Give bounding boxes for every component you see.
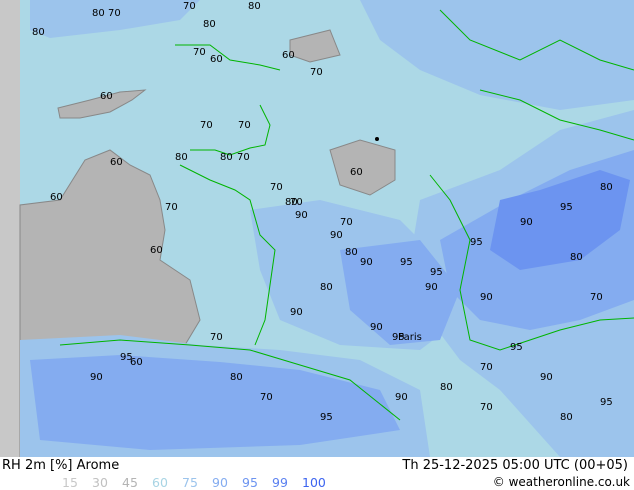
legend-item-90: 90: [212, 475, 228, 490]
valid-time: Th 25-12-2025 05:00 UTC (00+05): [402, 458, 628, 473]
contour-label: 70: [238, 120, 251, 131]
contour-label: 60: [282, 50, 295, 61]
city-marker: [375, 137, 379, 141]
contour-label: 60: [130, 357, 143, 368]
contour-label: 90: [395, 392, 408, 403]
contour-label: 70: [270, 182, 283, 193]
contour-label: 80: [220, 152, 233, 163]
contour-label: 80: [320, 282, 333, 293]
legend-item-60: 60: [152, 475, 168, 490]
contour-label: 90: [425, 282, 438, 293]
contour-label: 70: [237, 152, 250, 163]
contour-label: 70: [210, 332, 223, 343]
contour-label: 90: [360, 257, 373, 268]
contour-label: 80: [32, 27, 45, 38]
contour-label: 80: [285, 197, 298, 208]
contour-label: 90: [295, 210, 308, 221]
contour-label: 95: [600, 397, 613, 408]
contour-label: 80: [570, 252, 583, 263]
rh-map: Paris 80 70807080806070 60607070 7080 7060 80…: [0, 0, 634, 457]
contour-label: 90: [540, 372, 553, 383]
contour-label: 70: [480, 402, 493, 413]
contour-label: 90: [90, 372, 103, 383]
contour-label: 70: [165, 202, 178, 213]
contour-label: 80: [345, 247, 358, 258]
map-title: RH 2m [%] Arome: [2, 458, 120, 473]
contour-label: 80: [440, 382, 453, 393]
contour-label: 80: [92, 8, 105, 19]
contour-label: 80: [600, 182, 613, 193]
contour-label: 70: [480, 362, 493, 373]
legend-item-15: 15: [62, 475, 78, 490]
contour-label: 70: [183, 1, 196, 12]
contour-label: 70: [310, 67, 323, 78]
contour-label: 70: [193, 47, 206, 58]
legend-item-75: 75: [182, 475, 198, 490]
contour-label: 70: [260, 392, 273, 403]
contour-label: 90: [520, 217, 533, 228]
contour-label: 80: [175, 152, 188, 163]
contour-label: 80: [248, 1, 261, 12]
contour-label: 60: [100, 91, 113, 102]
contour-label: 60: [150, 245, 163, 256]
legend-item-99: 99: [272, 475, 288, 490]
contour-label: 95: [400, 257, 413, 268]
contour-label: 95: [392, 332, 405, 343]
contour-label: 60: [110, 157, 123, 168]
legend-item-100: 100: [302, 475, 326, 490]
contour-label: 95: [470, 237, 483, 248]
contour-label: 70: [108, 8, 121, 19]
contour-label: 70: [200, 120, 213, 131]
contour-label: 60: [50, 192, 63, 203]
contour-label: 95: [510, 342, 523, 353]
contour-label: 90: [330, 230, 343, 241]
contour-label: 80: [560, 412, 573, 423]
contour-label: 70: [590, 292, 603, 303]
contour-label: 80: [230, 372, 243, 383]
contour-label: 90: [480, 292, 493, 303]
contour-label: 95: [430, 267, 443, 278]
copyright-link[interactable]: © weatheronline.co.uk: [493, 475, 630, 489]
legend-item-30: 30: [92, 475, 108, 490]
contour-label: 90: [370, 322, 383, 333]
left-margin: [0, 0, 20, 457]
contour-label: 60: [350, 167, 363, 178]
contour-label: 80: [203, 19, 216, 30]
contour-label: 60: [210, 54, 223, 65]
contour-label: 95: [320, 412, 333, 423]
weather-map-page: Paris 80 70 80 70 80 80 60 70 60 60 70 70 70 80 70 60 80…: [0, 0, 634, 490]
legend-item-45: 45: [122, 475, 138, 490]
contour-label: 70: [340, 217, 353, 228]
contour-label: 90: [290, 307, 303, 318]
color-legend: 15 30 45 60 75 90 95 99 100: [62, 475, 332, 490]
footer: RH 2m [%] Arome Th 25-12-2025 05:00 UTC …: [0, 457, 634, 490]
contour-label: 95: [560, 202, 573, 213]
legend-item-95: 95: [242, 475, 258, 490]
